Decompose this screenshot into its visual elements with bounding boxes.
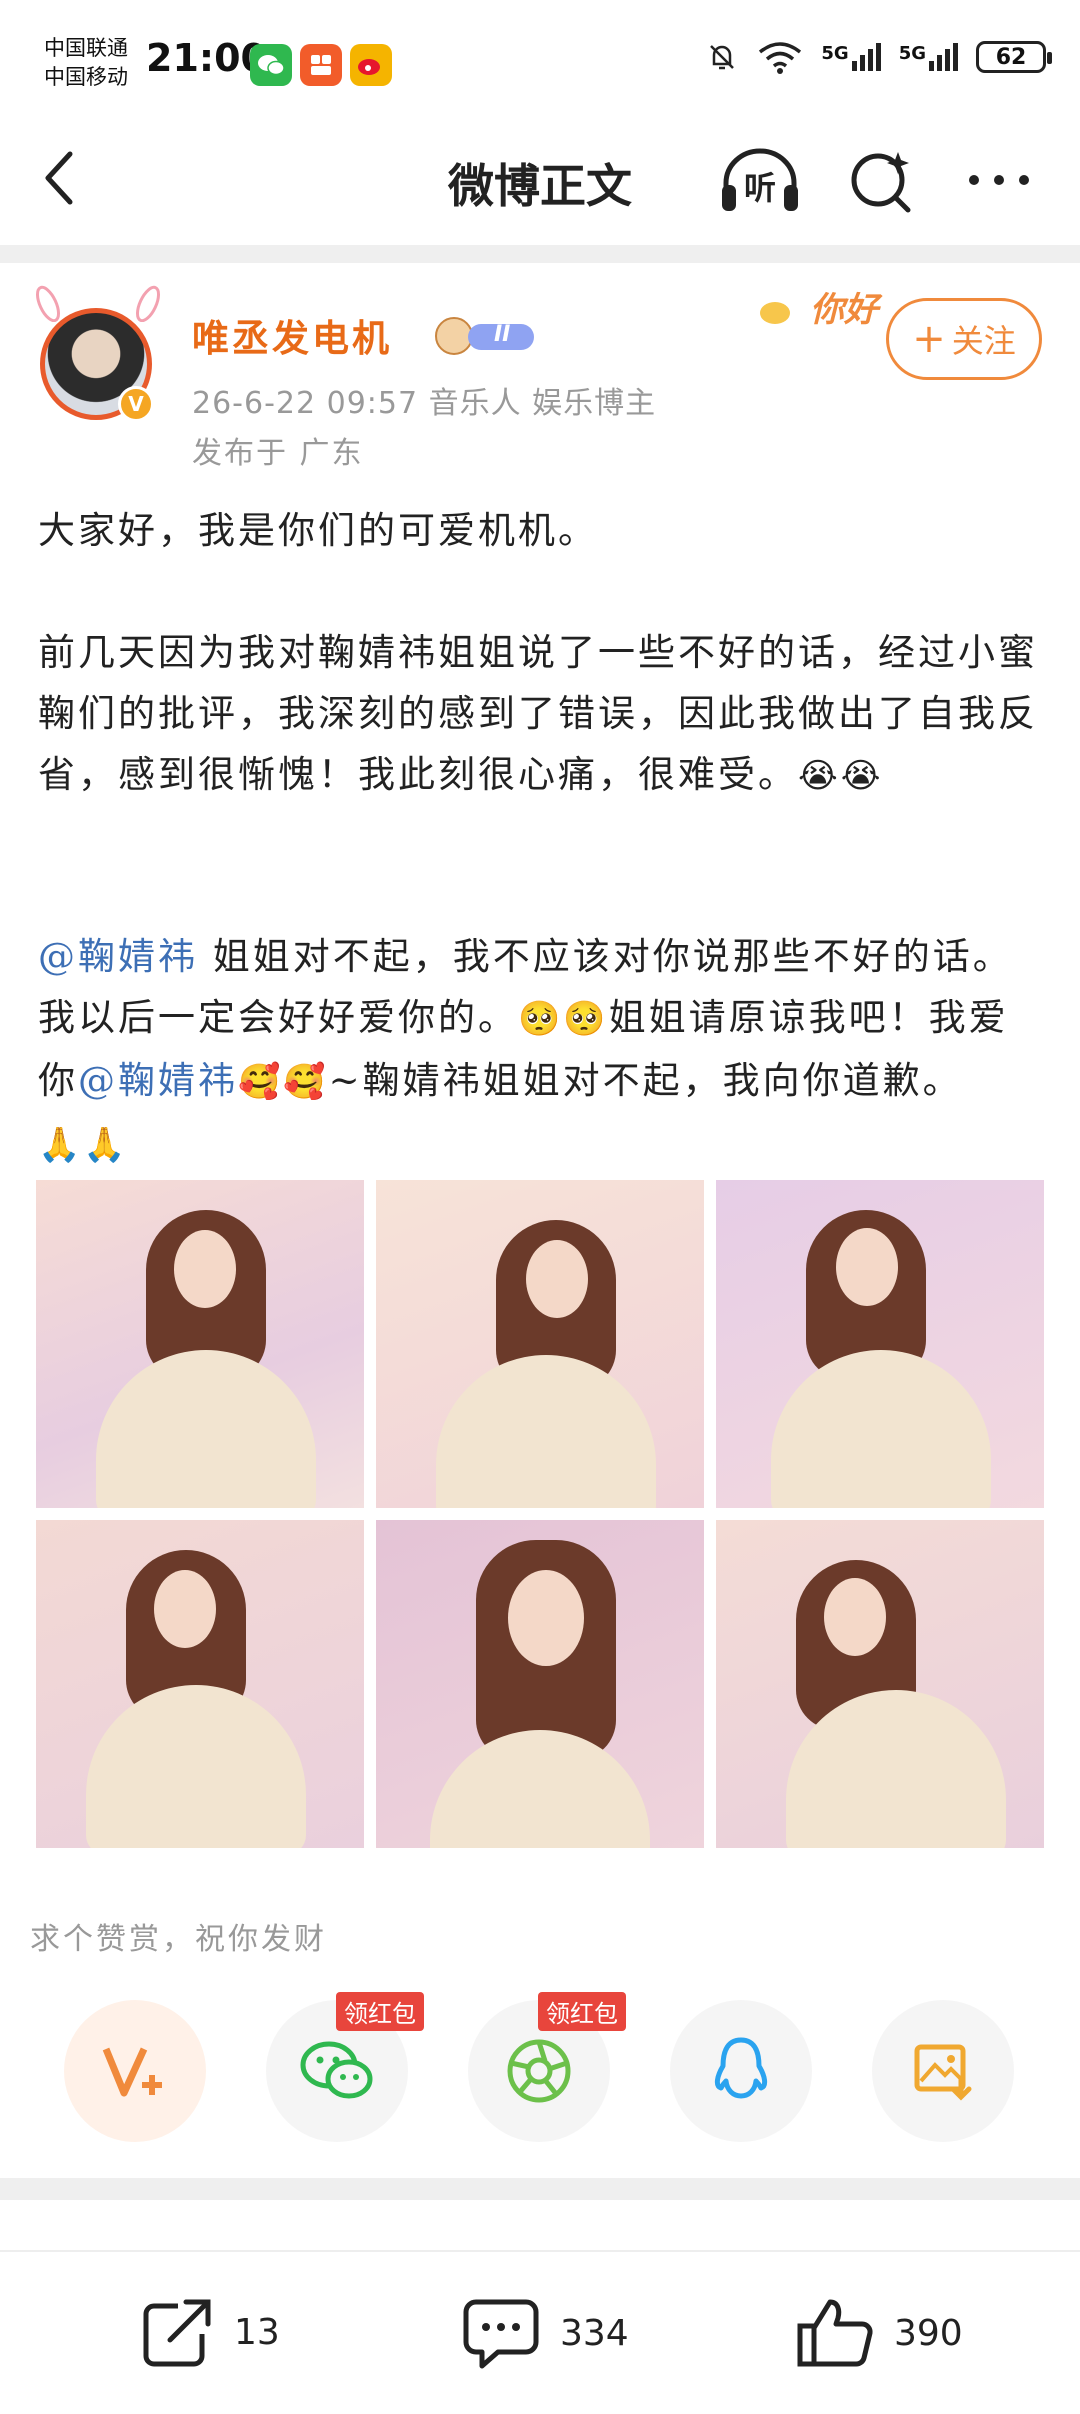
moments-icon <box>507 2039 571 2103</box>
like-count: 390 <box>894 2312 963 2354</box>
share-row: 领红包 领红包 <box>0 1992 1080 2142</box>
status-bar: 中国联通 中国移动 21:00 5G 5G 62 <box>0 0 1080 110</box>
photo-thumbnail[interactable] <box>376 1180 704 1508</box>
photo-thumbnail[interactable] <box>716 1520 1044 1848</box>
greeting-decoration: 你好 <box>760 272 890 362</box>
weibo-notification-icon <box>350 44 392 86</box>
carrier-labels: 中国联通 中国移动 <box>44 34 128 92</box>
app-notification-icon <box>300 44 342 86</box>
status-icons: 5G 5G 62 <box>705 40 1052 74</box>
verified-badge: V <box>118 386 154 422</box>
post-paragraph-2: 前几天因为我对鞠婧祎姐姐说了一些不好的话，经过小蜜鞠们的批评，我深刻的感到了错误… <box>38 622 1044 807</box>
reward-prompt[interactable]: 求个赞赏，祝你发财 <box>30 1914 327 1958</box>
search-button[interactable] <box>848 148 914 214</box>
comment-button[interactable]: 334 <box>462 2296 629 2370</box>
red-packet-tag: 领红包 <box>538 1992 626 2031</box>
signal-2: 5G <box>899 43 958 71</box>
mute-icon <box>710 45 735 70</box>
photo-thumbnail[interactable] <box>716 1180 1044 1508</box>
qq-icon <box>714 2037 768 2099</box>
carrier-2: 中国移动 <box>44 65 128 89</box>
post-meta: 26-6-22 09:57 音乐人 娱乐博主 <box>192 386 657 421</box>
post-paragraph-3: @鞠婧祎 姐姐对不起，我不应该对你说那些不好的话。我以后一定会好好爱你的。🥺🥺姐… <box>38 926 1044 1176</box>
photo-thumbnail[interactable] <box>36 1520 364 1848</box>
network-type-1: 5G <box>821 43 849 64</box>
wechat-icon <box>300 2041 373 2099</box>
share-qq-button[interactable] <box>670 2000 812 2142</box>
follow-button[interactable]: + 关注 <box>886 298 1042 380</box>
battery-indicator: 62 <box>976 41 1052 73</box>
signal-1: 5G <box>821 43 881 71</box>
more-button[interactable] <box>964 160 1034 200</box>
more-dots-icon <box>969 175 1029 185</box>
red-packet-tag: 领红包 <box>336 1992 424 2031</box>
repost-icon <box>143 2299 211 2367</box>
carrier-1: 中国联通 <box>44 36 128 60</box>
photo-thumbnail[interactable] <box>36 1180 364 1508</box>
listen-label: 听 <box>744 169 777 207</box>
divider <box>0 245 1080 263</box>
share-moments-button[interactable]: 领红包 <box>468 1992 626 2142</box>
level-badge: II <box>432 316 542 356</box>
pleading-emoji: 🥺🥺 <box>518 999 609 1039</box>
greeting-text: 你好 <box>810 290 878 330</box>
comment-icon <box>463 2299 539 2369</box>
search-sparkle-icon <box>851 152 911 213</box>
v-plus-icon <box>102 2047 162 2097</box>
paragraph-3-text-c: ~鞠婧祎姐姐对不起，我向你道歉。 <box>328 1059 963 1102</box>
mention-link-2[interactable]: @鞠婧祎 <box>78 1059 238 1102</box>
like-button[interactable]: 390 <box>796 2296 963 2370</box>
image-download-icon <box>914 2044 972 2101</box>
username[interactable]: 唯丞发电机 <box>192 308 392 362</box>
love-emoji: 🥰🥰 <box>238 1062 329 1102</box>
repost-button[interactable]: 13 <box>138 2296 280 2368</box>
mention-link[interactable]: @鞠婧祎 <box>38 935 198 978</box>
paragraph-2-text: 前几天因为我对鞠婧祎姐姐说了一些不好的话，经过小蜜鞠们的批评，我深刻的感到了错误… <box>38 631 1038 796</box>
post-location: 发布于 广东 <box>192 436 364 471</box>
divider <box>0 2178 1080 2200</box>
level-text: II <box>494 322 511 347</box>
image-grid <box>36 1180 1044 1848</box>
wechat-notification-icon <box>250 44 292 86</box>
plus-icon: + <box>912 316 946 362</box>
network-type-2: 5G <box>898 43 926 64</box>
clock: 21:00 <box>146 36 267 80</box>
comment-count: 334 <box>560 2312 629 2354</box>
post-paragraph-1: 大家好，我是你们的可爱机机。 <box>38 509 598 552</box>
crying-emoji: 😭😭 <box>798 756 884 796</box>
wifi-icon <box>759 42 802 74</box>
page-title: 微博正文 <box>448 159 632 213</box>
save-image-button[interactable] <box>872 2000 1014 2142</box>
share-wechat-button[interactable]: 领红包 <box>266 1992 424 2142</box>
follow-label: 关注 <box>951 322 1016 360</box>
thumbs-up-icon <box>797 2299 873 2367</box>
photo-thumbnail[interactable] <box>376 1520 704 1848</box>
reward-button[interactable] <box>64 2000 206 2142</box>
listen-button[interactable]: 听 <box>718 145 802 215</box>
repost-count: 13 <box>234 2311 280 2353</box>
pray-emoji: 🙏🙏 <box>38 1125 129 1165</box>
